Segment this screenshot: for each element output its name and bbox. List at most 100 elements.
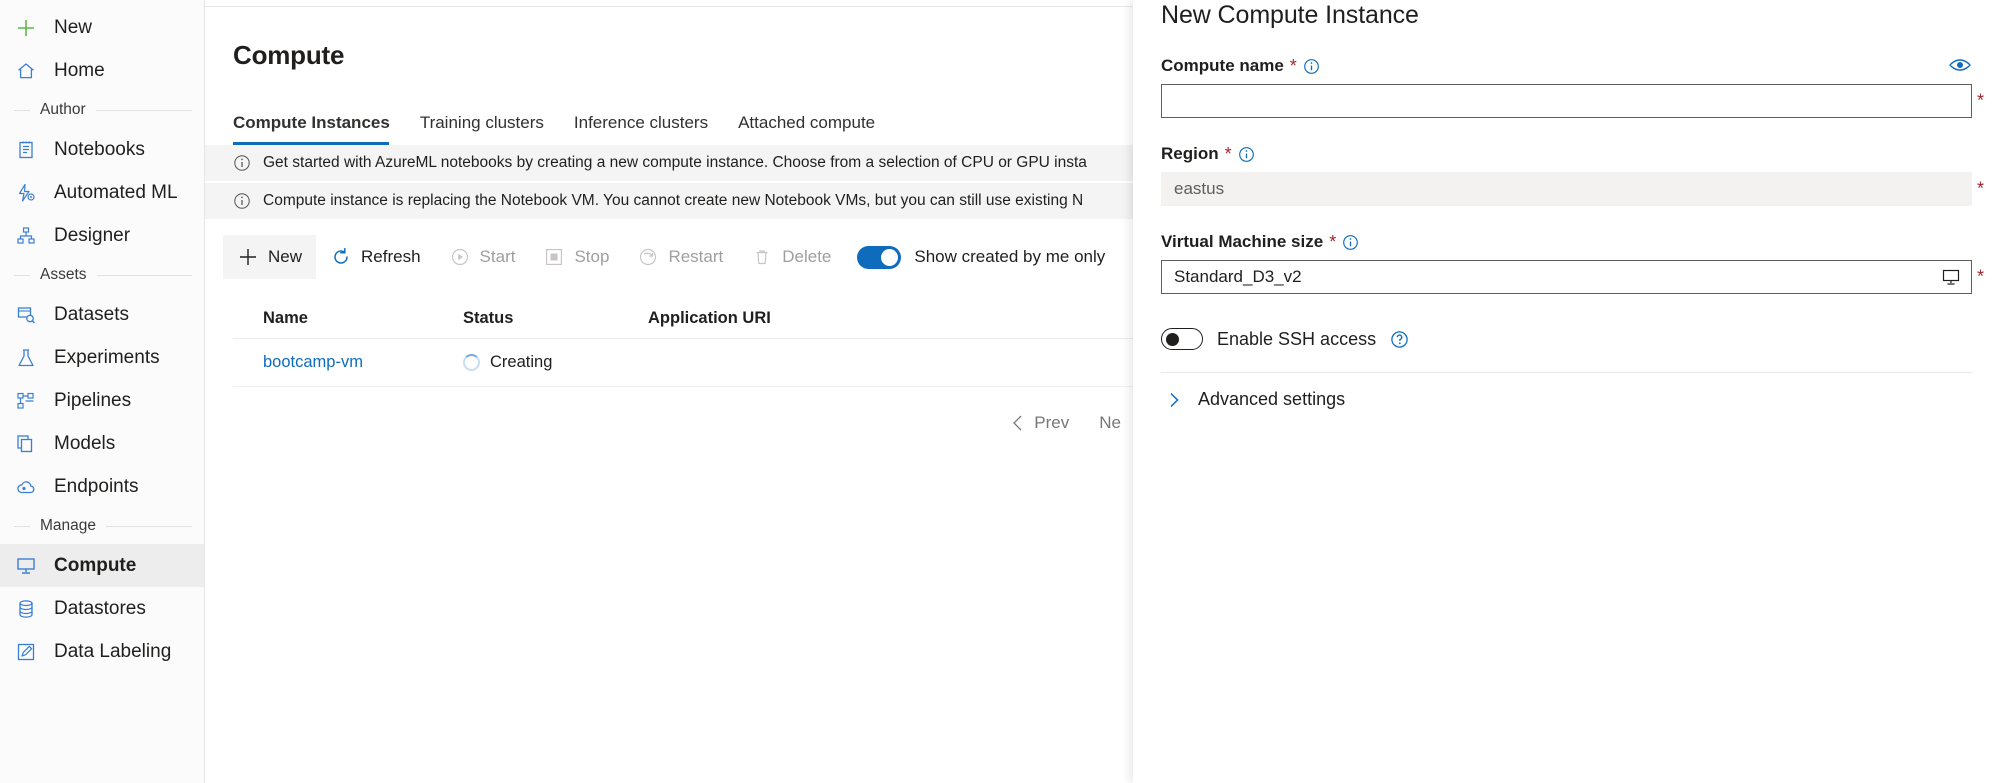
divider-right xyxy=(96,274,192,276)
delete-button[interactable]: Delete xyxy=(737,235,845,279)
info-icon[interactable] xyxy=(1303,58,1320,75)
sidebar-group-label: Manage xyxy=(40,517,97,534)
table-row[interactable]: bootcamp-vm Creating xyxy=(233,339,1133,388)
sidebar-item-label: Data Labeling xyxy=(54,640,172,662)
sidebar-group-manage: Manage xyxy=(0,508,204,544)
delete-button-label: Delete xyxy=(782,247,832,267)
page-title: Compute xyxy=(233,40,345,71)
sidebar-item-label: Designer xyxy=(54,224,131,246)
plus-icon xyxy=(237,246,259,268)
sidebar-group-label: Author xyxy=(40,101,86,118)
start-button[interactable]: Start xyxy=(435,235,530,279)
next-page-button[interactable]: Ne xyxy=(1087,407,1133,439)
sidebar-item-label: New xyxy=(54,16,93,38)
sidebar-item-experiments[interactable]: Experiments xyxy=(0,336,204,379)
sidebar-item-label: Experiments xyxy=(54,346,160,368)
cell-name: bootcamp-vm xyxy=(233,353,463,372)
info-icon xyxy=(233,192,251,210)
sidebar-item-label: Endpoints xyxy=(54,475,139,497)
breadcrumb xyxy=(205,0,1133,7)
vm-size-label-row: Virtual Machine size * xyxy=(1161,232,1972,252)
new-button-label: New xyxy=(268,247,303,267)
info-icon xyxy=(233,154,251,172)
divider-left xyxy=(14,274,30,276)
sidebar-item-compute[interactable]: Compute xyxy=(0,544,204,587)
sidebar-item-data-labeling[interactable]: Data Labeling xyxy=(0,630,204,673)
refresh-button[interactable]: Refresh xyxy=(316,235,435,279)
show-created-by-me-label: Show created by me only xyxy=(914,247,1106,267)
vm-size-input-holder: Standard_D3_v2 * xyxy=(1161,260,1984,294)
vm-size-value: Standard_D3_v2 xyxy=(1174,267,1302,286)
show-created-by-me-toggle[interactable] xyxy=(857,245,902,269)
notebook-icon xyxy=(14,138,38,162)
tab-compute-instances[interactable]: Compute Instances xyxy=(233,113,405,146)
sidebar-item-new[interactable]: New xyxy=(0,6,204,49)
data-labeling-icon xyxy=(14,640,38,664)
pipelines-icon xyxy=(14,389,38,413)
play-icon xyxy=(449,246,471,268)
sidebar-item-label: Datastores xyxy=(54,597,146,619)
sidebar-item-notebooks[interactable]: Notebooks xyxy=(0,128,204,171)
show-hide-eye-icon[interactable] xyxy=(1948,56,1972,74)
enable-ssh-label: Enable SSH access xyxy=(1217,328,1377,349)
stop-button[interactable]: Stop xyxy=(529,235,623,279)
info-banner-notebooks: Get started with AzureML notebooks by cr… xyxy=(205,145,1133,184)
sidebar: New Home Author Notebooks Automated ML D… xyxy=(0,0,205,783)
vm-size-label: Virtual Machine size xyxy=(1161,232,1324,251)
divider-left xyxy=(14,525,30,527)
prev-page-button[interactable]: Prev xyxy=(999,407,1081,439)
restart-button[interactable]: Restart xyxy=(623,235,737,279)
monitor-icon[interactable] xyxy=(1941,267,1961,287)
vm-size-input[interactable]: Standard_D3_v2 xyxy=(1161,260,1972,294)
designer-icon xyxy=(14,224,38,248)
compute-name-input[interactable] xyxy=(1161,84,1972,118)
endpoints-icon xyxy=(14,475,38,499)
sidebar-item-endpoints[interactable]: Endpoints xyxy=(0,465,204,508)
sidebar-item-home[interactable]: Home xyxy=(0,49,204,92)
sidebar-item-label: Pipelines xyxy=(54,389,132,411)
required-asterisk: * xyxy=(1329,232,1337,252)
restart-button-label: Restart xyxy=(668,247,724,267)
prev-label: Prev xyxy=(1034,413,1070,433)
status-text: Creating xyxy=(490,353,553,372)
start-button-label: Start xyxy=(479,247,516,267)
banner-text: Get started with AzureML notebooks by cr… xyxy=(263,154,1087,172)
sidebar-item-label: Automated ML xyxy=(54,181,178,203)
tab-inference-clusters[interactable]: Inference clusters xyxy=(559,113,723,145)
vm-size-field: Virtual Machine size * Standard_D3_v2 * xyxy=(1161,232,1984,294)
azure-ml-studio-app: New Home Author Notebooks Automated ML D… xyxy=(0,0,2000,783)
new-compute-instance-panel: New Compute Instance Compute name * * Re… xyxy=(1133,0,2000,783)
tab-training-clusters[interactable]: Training clusters xyxy=(405,113,559,145)
pagination: Prev Ne xyxy=(233,407,1133,439)
divider-right xyxy=(106,525,192,527)
sidebar-item-automated-ml[interactable]: Automated ML xyxy=(0,171,204,214)
enable-ssh-toggle[interactable] xyxy=(1161,328,1203,350)
help-icon[interactable] xyxy=(1390,330,1409,349)
datasets-icon xyxy=(14,303,38,327)
plus-icon xyxy=(14,16,38,40)
compute-instance-link[interactable]: bootcamp-vm xyxy=(263,353,363,371)
advanced-settings-label: Advanced settings xyxy=(1198,389,1346,409)
region-input: eastus xyxy=(1161,172,1972,206)
models-icon xyxy=(14,432,38,456)
info-icon[interactable] xyxy=(1342,234,1359,251)
compute-toolbar: New Refresh Start Stop Restart Delete Sh… xyxy=(205,233,1133,281)
stop-icon xyxy=(543,246,565,268)
new-button[interactable]: New xyxy=(223,235,317,280)
table-header-row: Name Status Application URI xyxy=(233,299,1133,340)
sidebar-item-datastores[interactable]: Datastores xyxy=(0,587,204,630)
sidebar-item-datasets[interactable]: Datasets xyxy=(0,293,204,336)
required-asterisk: * xyxy=(1976,178,1984,199)
refresh-button-label: Refresh xyxy=(361,247,421,267)
sidebar-group-assets: Assets xyxy=(0,257,204,293)
chevron-left-icon xyxy=(1011,414,1025,432)
refresh-icon xyxy=(330,246,352,268)
column-header-application-uri: Application URI xyxy=(648,309,771,328)
tab-attached-compute[interactable]: Attached compute xyxy=(723,113,890,145)
advanced-settings-toggle[interactable]: Advanced settings xyxy=(1161,373,1972,410)
sidebar-item-designer[interactable]: Designer xyxy=(0,214,204,257)
sidebar-item-pipelines[interactable]: Pipelines xyxy=(0,379,204,422)
info-icon[interactable] xyxy=(1238,146,1255,163)
sidebar-item-models[interactable]: Models xyxy=(0,422,204,465)
spinner-icon xyxy=(463,354,480,372)
